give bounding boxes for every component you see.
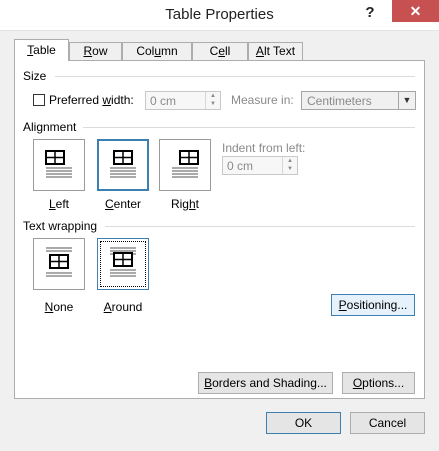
ok-button[interactable]: OK (266, 412, 341, 434)
title-bar: Table Properties ? ✕ (0, 0, 439, 31)
text-wrapping-section-label: Text wrapping (23, 219, 98, 233)
alignment-section-label: Alignment (23, 120, 77, 134)
positioning-button[interactable]: Positioning... (331, 294, 415, 316)
text-wrapping-separator (105, 226, 415, 227)
indent-from-left-label: Indent from left: (222, 141, 306, 155)
align-center-icon (110, 150, 136, 178)
preferred-width-label: Preferred width: (49, 93, 134, 107)
align-right-icon (172, 150, 199, 178)
tab-table[interactable]: Table (14, 39, 69, 61)
align-left-icon (45, 150, 72, 178)
tab-column[interactable]: Column (122, 42, 192, 60)
measure-in-value: Centimeters (307, 94, 372, 108)
measure-in-label: Measure in: (231, 93, 294, 107)
align-left-option[interactable] (33, 139, 85, 191)
wrap-around-label: Around (103, 300, 143, 314)
options-button[interactable]: Options... (342, 372, 415, 394)
close-button[interactable]: ✕ (392, 0, 439, 22)
size-section-label: Size (23, 69, 47, 83)
size-separator (55, 76, 415, 77)
table-properties-dialog: Table Properties ? ✕ Table Row Column Ce… (0, 0, 439, 451)
spin-down-icon[interactable]: ▼ (206, 100, 220, 108)
measure-in-select[interactable]: Centimeters ▼ (301, 91, 416, 110)
spinner-arrows[interactable]: ▲ ▼ (205, 92, 220, 109)
align-right-label: Right (170, 197, 200, 211)
align-center-option[interactable] (97, 139, 149, 191)
cancel-button[interactable]: Cancel (350, 412, 425, 434)
spin-up-icon[interactable]: ▲ (283, 157, 297, 165)
borders-and-shading-button[interactable]: Borders and Shading... (198, 372, 333, 394)
spin-up-icon[interactable]: ▲ (206, 92, 220, 100)
alignment-separator (83, 127, 415, 128)
spinner-arrows[interactable]: ▲ ▼ (282, 157, 297, 174)
tab-row[interactable]: Row (69, 42, 122, 60)
spin-down-icon[interactable]: ▼ (283, 165, 297, 173)
indent-from-left-spinner[interactable]: 0 cm ▲ ▼ (222, 156, 298, 175)
table-tab-panel: Size Preferred width: 0 cm ▲ ▼ Measure i… (14, 60, 425, 399)
preferred-width-checkbox[interactable] (33, 94, 45, 106)
preferred-width-spinner[interactable]: 0 cm ▲ ▼ (145, 91, 221, 110)
wrap-none-option[interactable] (33, 238, 85, 290)
help-button[interactable]: ? (357, 0, 383, 26)
align-center-label: Center (104, 197, 142, 211)
wrap-around-option[interactable] (97, 238, 149, 290)
wrap-none-icon (46, 247, 72, 277)
tab-alt-text[interactable]: Alt Text (248, 42, 303, 60)
tab-cell[interactable]: Cell (192, 42, 248, 60)
wrap-around-icon (110, 247, 136, 277)
preferred-width-value: 0 cm (150, 94, 177, 108)
chevron-down-icon[interactable]: ▼ (398, 92, 415, 109)
indent-from-left-value: 0 cm (227, 159, 254, 173)
wrap-none-label: None (44, 300, 74, 314)
align-left-label: Left (48, 197, 70, 211)
align-right-option[interactable] (159, 139, 211, 191)
